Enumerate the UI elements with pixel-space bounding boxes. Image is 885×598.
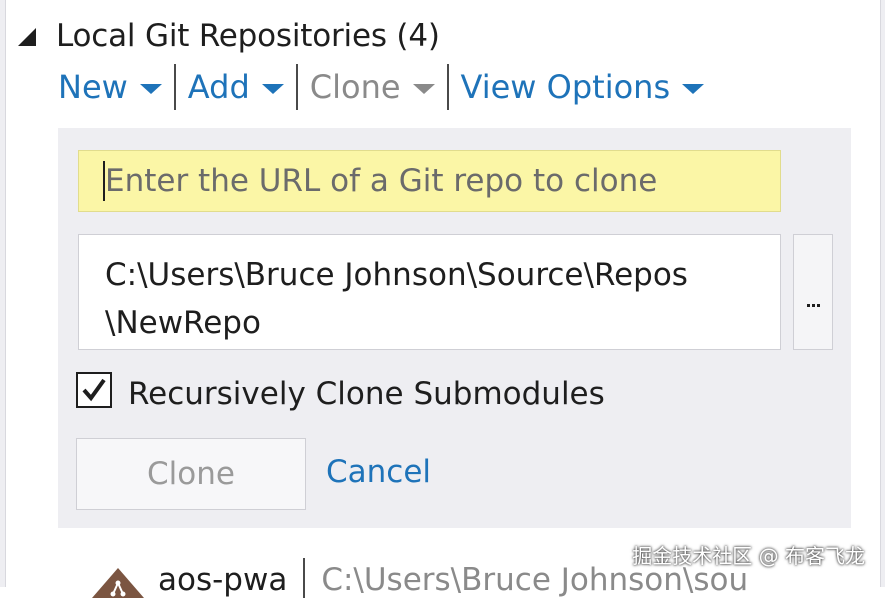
repo-name: aos-pwa	[158, 562, 288, 598]
window-right-border	[880, 0, 885, 587]
git-repo-icon	[92, 568, 144, 598]
section-title: Local Git Repositories (4)	[56, 18, 440, 54]
clone-panel: C:\Users\Bruce Johnson\Source\Repos \New…	[58, 128, 851, 528]
chevron-down-icon	[139, 84, 162, 94]
repo-url-input[interactable]	[78, 150, 781, 212]
clone-menu-button[interactable]: Clone	[310, 68, 435, 106]
checkmark-icon	[82, 378, 106, 402]
add-label: Add	[187, 68, 250, 106]
local-path-field[interactable]: C:\Users\Bruce Johnson\Source\Repos \New…	[78, 234, 781, 350]
window-left-border	[0, 0, 6, 587]
view-options-menu-button[interactable]: View Options	[461, 68, 705, 106]
recursive-submodules-checkbox[interactable]	[76, 372, 112, 408]
watermark: 掘金技术社区 @ 布客飞龙	[632, 544, 865, 568]
repo-toolbar: New Add Clone View Options	[58, 62, 705, 112]
toolbar-separator	[446, 64, 449, 110]
toolbar-separator	[295, 64, 298, 110]
browse-button[interactable]	[793, 234, 833, 350]
view-options-label: View Options	[460, 68, 671, 106]
clone-button[interactable]: Clone	[76, 438, 306, 510]
chevron-down-icon	[412, 84, 435, 94]
collapse-arrow-icon[interactable]	[18, 28, 36, 46]
add-menu-button[interactable]: Add	[188, 68, 284, 106]
local-path-line2: \NewRepo	[105, 305, 261, 341]
cancel-link[interactable]: Cancel	[326, 454, 431, 490]
new-menu-button[interactable]: New	[58, 68, 162, 106]
repo-separator	[303, 558, 306, 598]
local-repos-header[interactable]: Local Git Repositories (4)	[18, 18, 440, 54]
local-path-line1: C:\Users\Bruce Johnson\Source\Repos	[105, 257, 688, 293]
text-caret	[103, 161, 105, 201]
clone-label: Clone	[309, 68, 401, 106]
recursive-submodules-label: Recursively Clone Submodules	[128, 376, 605, 412]
toolbar-separator	[173, 64, 176, 110]
chevron-down-icon	[682, 84, 705, 94]
ellipsis-icon	[806, 303, 820, 307]
recursive-submodules-option[interactable]: Recursively Clone Submodules	[76, 368, 605, 412]
chevron-down-icon	[261, 84, 284, 94]
new-label: New	[58, 68, 128, 106]
